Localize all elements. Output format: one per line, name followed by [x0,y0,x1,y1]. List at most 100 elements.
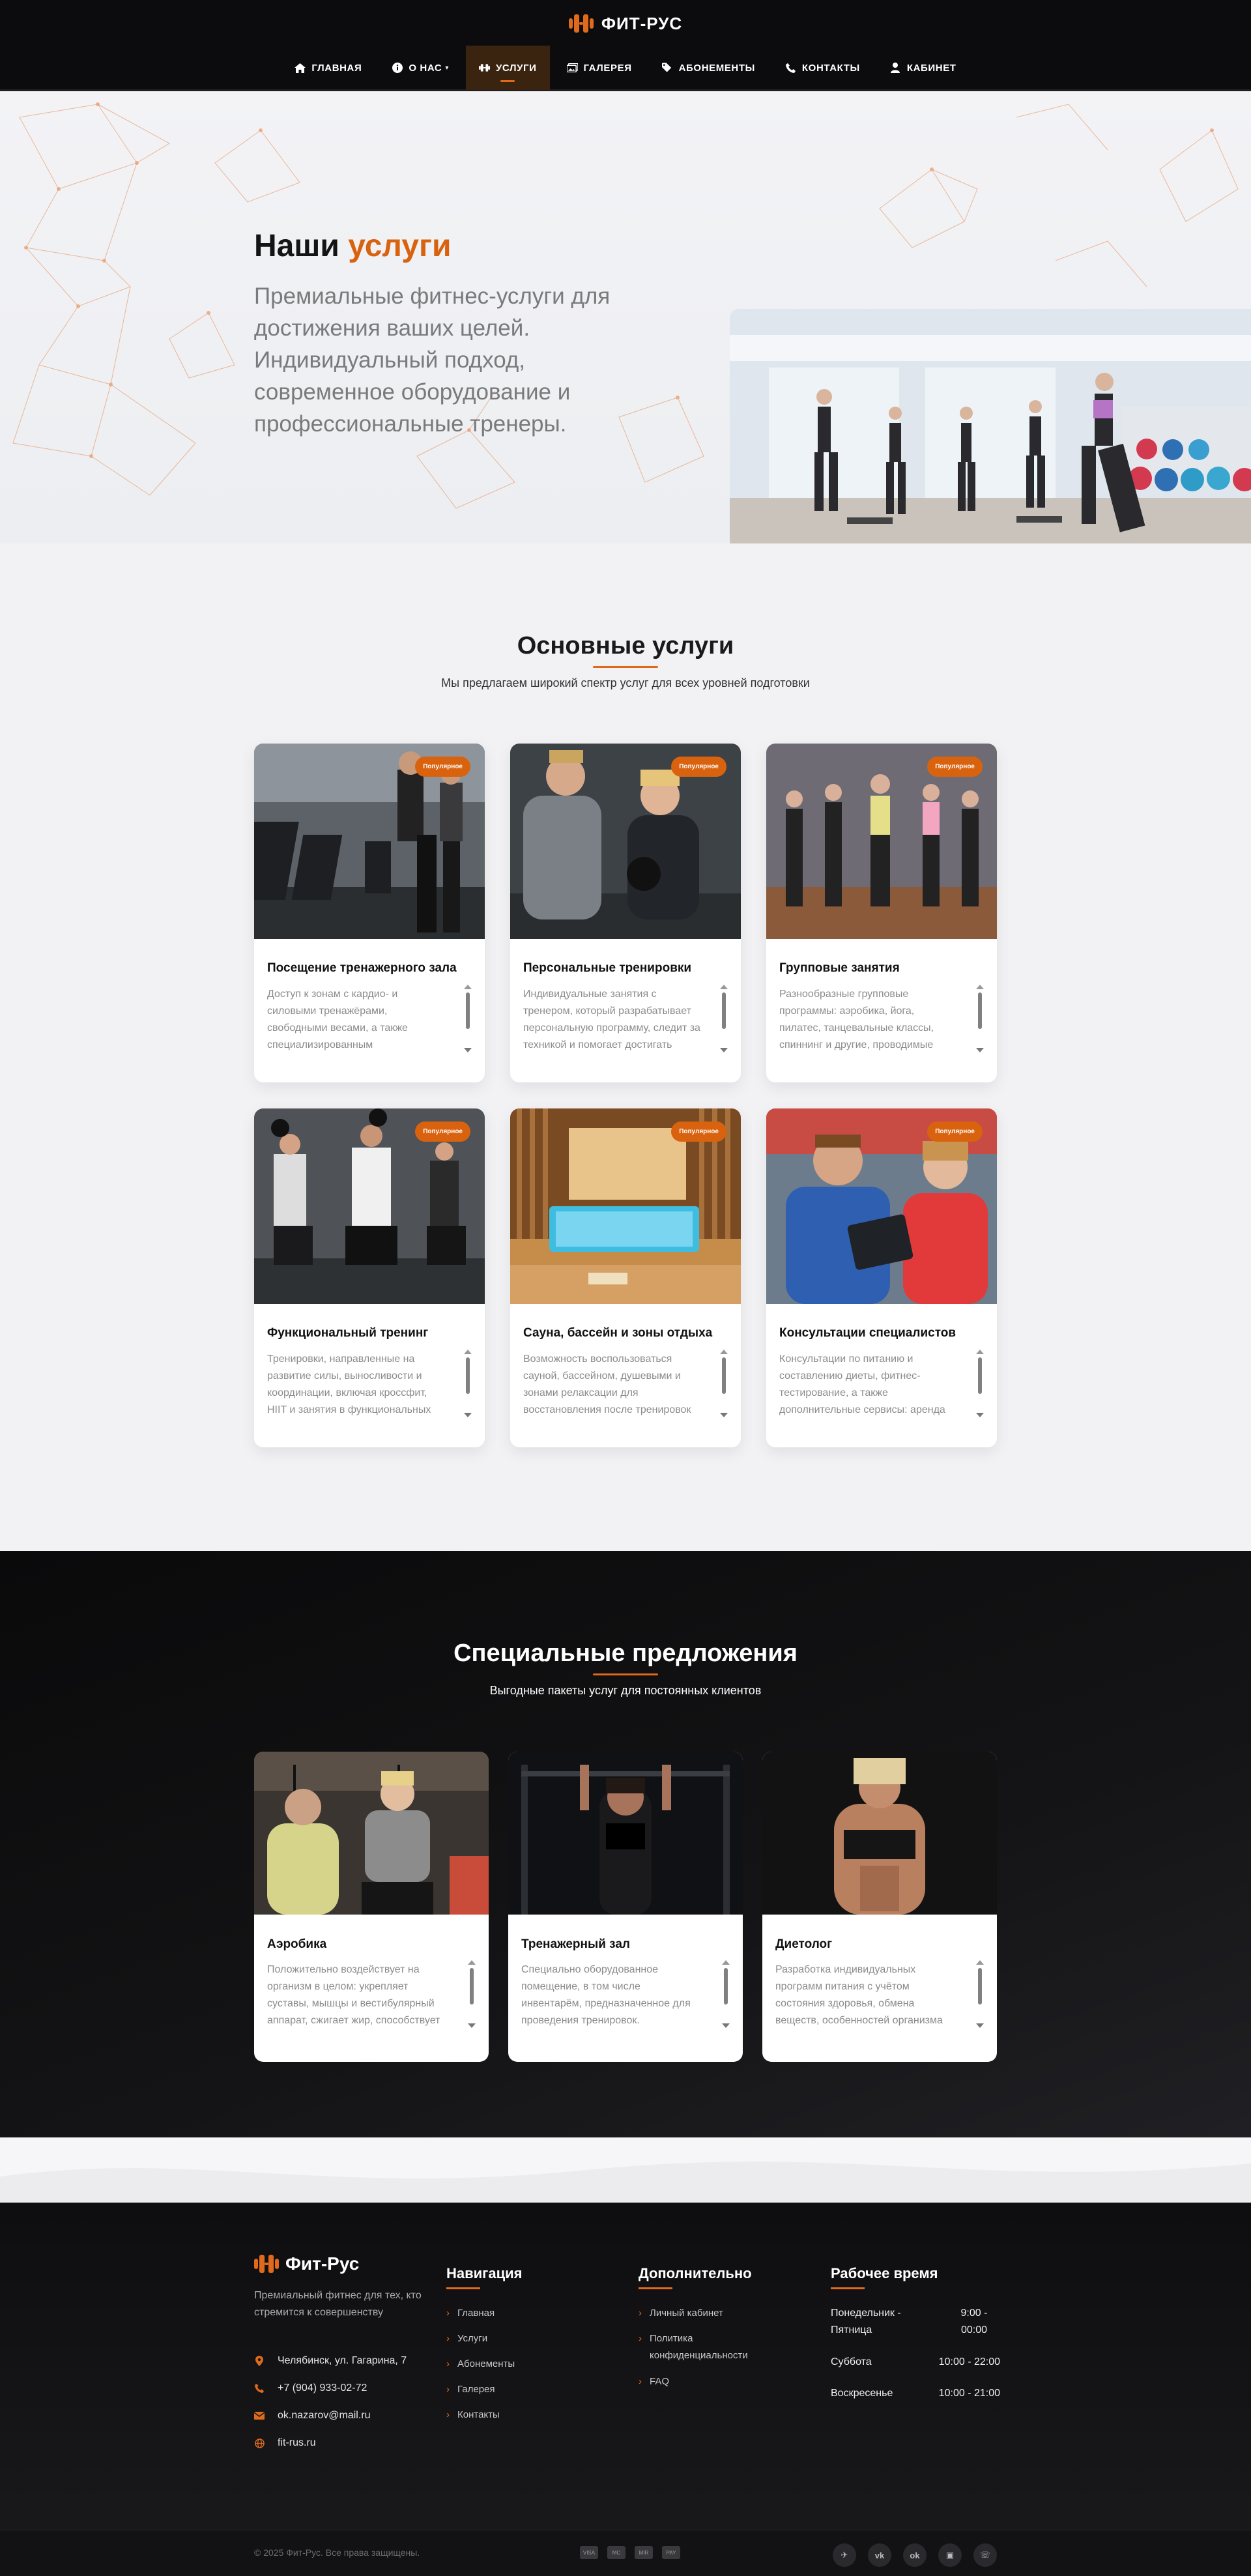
text-scrollbar[interactable] [976,1960,984,2028]
footer-extra-title: Дополнительно [639,2265,752,2281]
card-title: Диетолог [775,1937,833,1951]
nav-item-cabinet[interactable]: КАБИНЕТ [877,46,970,90]
chevron-right-icon: › [639,2376,642,2387]
footer-link-home[interactable]: › Главная [446,2305,495,2322]
site-header: ФИТ-РУС ГЛАВНАЯ О НАС ▾ УСЛУГИ ГАЛЕРЕЯ А… [0,0,1251,91]
card-title: Функциональный тренинг [267,1326,429,1340]
title-underline [593,666,658,668]
nav-label: ГЛАВНАЯ [311,62,362,74]
special-card[interactable]: Диетолог Разработка индивидуальных прогр… [762,1752,997,2062]
card-text: Возможность воспользоваться сауной, басс… [523,1353,691,1415]
footer-link-privacy[interactable]: › Политика конфиденциальности [639,2330,775,2364]
card-title: Посещение тренажерного зала [267,961,457,975]
aerobics-photo [254,1752,489,1915]
nav-label: АБОНЕМЕНТЫ [678,62,755,74]
popular-badge: Популярное [927,1122,983,1142]
info-icon [392,63,403,74]
text-scrollbar[interactable] [976,1350,984,1417]
pay-icon: PAY [662,2546,680,2559]
popular-badge: Популярное [927,757,983,777]
social-links: ✈ vk ok ▣ ☏ [833,2543,997,2567]
copyright: © 2025 Фит-Рус. Все права защищены. [254,2547,420,2558]
text-scrollbar[interactable] [722,1960,730,2028]
card-title: Персональные тренировки [523,961,692,975]
nav-label: ГАЛЕРЕЯ [583,62,632,74]
service-card[interactable]: Популярное Функциональный тренинг Тренир… [254,1108,485,1447]
service-card[interactable]: Популярное Персональные тренировки Индив… [510,744,741,1082]
twitch-icon[interactable]: ▣ [938,2543,962,2567]
contact-website[interactable]: fit-rus.ru [254,2437,316,2449]
card-text: Положительно воздействует на организм в … [267,1964,440,2026]
odnoklassniki-icon[interactable]: ok [903,2543,927,2567]
footer-link-services[interactable]: › Услуги [446,2330,487,2347]
footer-link-gallery[interactable]: › Галерея [446,2381,495,2398]
services-section: Основные услуги Мы предлагаем широкий сп… [0,543,1251,1551]
text-scrollbar[interactable] [720,985,728,1052]
card-title: Групповые занятия [779,961,900,975]
card-title: Тренажерный зал [521,1937,630,1951]
nav-item-gallery[interactable]: ГАЛЕРЕЯ [554,46,645,90]
chevron-right-icon: › [446,2409,450,2420]
popular-badge: Популярное [415,757,470,777]
contact-email[interactable]: ok.nazarov@mail.ru [254,2410,371,2422]
chevron-right-icon: › [446,2358,450,2369]
nav-item-home[interactable]: ГЛАВНАЯ [281,46,375,90]
special-card[interactable]: Аэробика Положительно воздействует на ор… [254,1752,489,2062]
trainer-photo: Популярное [510,744,741,939]
nav-label: КОНТАКТЫ [801,62,860,74]
card-text: Доступ к зонам с кардио- и силовыми трен… [267,989,408,1050]
text-scrollbar[interactable] [468,1960,476,2028]
whatsapp-icon[interactable]: ☏ [973,2543,997,2567]
contact-phone[interactable]: +7 (904) 933-02-72 [254,2382,367,2394]
service-card[interactable]: Популярное Посещение тренажерного зала Д… [254,744,485,1082]
title-underline [639,2287,672,2289]
chevron-down-icon: ▾ [445,64,449,72]
text-scrollbar[interactable] [464,985,472,1052]
footer-logo[interactable]: Фит-Рус [254,2253,359,2274]
service-card[interactable]: Популярное Групповые занятия Разнообразн… [766,744,997,1082]
text-scrollbar[interactable] [464,1350,472,1417]
nav-item-about[interactable]: О НАС ▾ [379,46,462,90]
popular-badge: Популярное [415,1122,470,1142]
nav-item-memberships[interactable]: АБОНЕМЕНТЫ [649,46,768,90]
mir-icon: MIR [635,2546,653,2559]
footer-link-faq[interactable]: › FAQ [639,2373,669,2390]
logo[interactable]: ФИТ-РУС [0,12,1251,35]
footer-link-contacts[interactable]: › Контакты [446,2407,500,2424]
chevron-right-icon: › [639,2308,642,2319]
home-icon [295,63,306,74]
vk-icon[interactable]: vk [868,2543,891,2567]
telegram-icon[interactable]: ✈ [833,2543,856,2567]
consultation-photo: Популярное [766,1108,997,1304]
card-title: Консультации специалистов [779,1326,956,1340]
brand-name: ФИТ-РУС [601,13,683,33]
footer-link-memberships[interactable]: › Абонементы [446,2356,515,2373]
hero-image [730,309,1251,543]
footer-nav-title: Навигация [446,2265,523,2281]
wave-divider [0,2137,1251,2203]
sauna-pool-photo: Популярное [510,1108,741,1304]
dumbbell-icon [478,63,490,74]
gym-photo: Популярное [254,744,485,939]
title-underline [446,2287,480,2289]
contact-address: Челябинск, ул. Гагарина, 7 [254,2355,407,2367]
nav-item-services[interactable]: УСЛУГИ [465,46,550,90]
dietitian-photo [762,1752,997,1915]
text-scrollbar[interactable] [720,1350,728,1417]
dumbbell-logo-icon [568,14,594,33]
card-text: Тренировки, направленные на развитие сил… [267,1353,431,1415]
text-scrollbar[interactable] [976,985,984,1052]
service-card[interactable]: Популярное Консультации специалистов Кон… [766,1108,997,1447]
service-card[interactable]: Популярное Сауна, бассейн и зоны отдыха … [510,1108,741,1447]
title-underline [593,1673,658,1675]
footer-link-cabinet[interactable]: › Личный кабинет [639,2305,723,2322]
dumbbell-logo-icon [254,2255,279,2273]
specials-title: Специальные предложения [453,1640,798,1667]
map-pin-icon [254,2356,265,2366]
mail-icon [254,2410,265,2421]
footer-description: Премиальный фитнес для тех, кто стремитс… [254,2290,422,2318]
special-card[interactable]: Тренажерный зал Специально оборудованное… [508,1752,743,2062]
functional-training-photo: Популярное [254,1108,485,1304]
nav-item-contacts[interactable]: КОНТАКТЫ [772,46,873,90]
group-class-photo: Популярное [766,744,997,939]
